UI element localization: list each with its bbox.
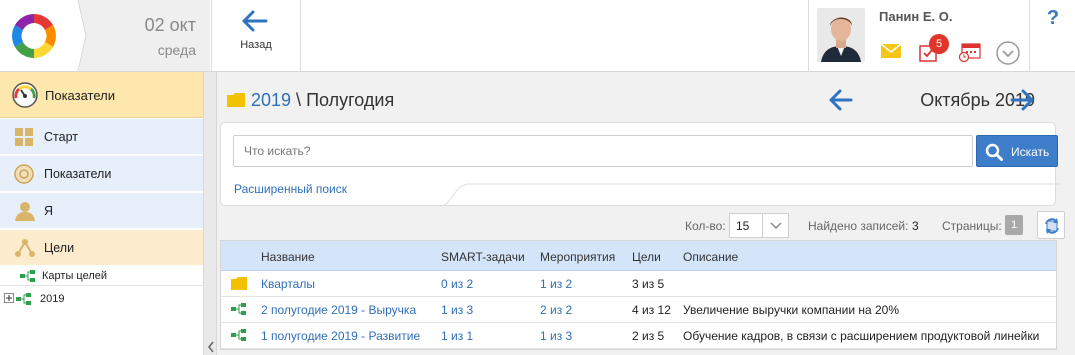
current-date: 02 окт среда [70,0,210,71]
tree-item-label: 2019 [40,293,65,305]
back-arrow-icon [242,10,268,32]
column-header-smart[interactable]: SMART-задачи [441,250,525,264]
date-weekday: среда [157,42,196,58]
user-icon [15,202,35,221]
tree-item-label: Карты целей [42,270,108,282]
tree-item-goal-maps[interactable]: Карты целей [20,266,200,286]
gauge-icon [14,164,34,184]
column-header-description[interactable]: Описание [683,250,738,264]
back-button-label: Назад [240,39,272,51]
cell-smart[interactable]: 1 из 3 [441,303,473,317]
folder-icon [227,93,245,107]
sidebar-section-label: Показатели [45,88,115,103]
cell-description: Обучение кадров, в связи с расширением п… [683,329,1040,343]
cell-goals: 4 из 12 [632,303,671,317]
breadcrumb-separator: \ [291,90,307,110]
sidebar-item-label: Цели [44,241,75,255]
search-panel-tab-shape [440,183,1060,207]
sidebar-section-title[interactable]: Показатели [0,72,205,118]
top-bar: 02 окт среда Назад Панин Е. О. 5 ? [0,0,1075,72]
chevron-down-icon [770,222,782,230]
table-row[interactable]: Кварталы 0 из 2 1 из 2 3 из 5 [221,271,1056,297]
mail-icon[interactable] [881,43,901,59]
sidebar-item-label: Я [44,204,54,218]
main-content: 2019 \ Полугодия Октябрь 2019 Искать Рас… [217,72,1075,355]
found-label: Найдено записей: [808,219,909,233]
calendar-icon[interactable] [959,42,981,62]
count-value: 15 [736,219,750,233]
search-icon [985,143,1003,161]
search-input[interactable] [233,135,973,167]
help-button[interactable]: ? [1031,0,1075,71]
sidebar-item-goals[interactable]: Цели [0,230,205,266]
search-button[interactable]: Искать [976,135,1058,167]
refresh-icon [1045,218,1059,234]
search-button-label: Искать [1011,145,1050,159]
folder-icon [231,277,247,290]
grid-icon [15,128,33,146]
tree-item-2019[interactable]: 2019 [4,289,184,309]
gauge-icon [12,82,38,108]
cell-smart[interactable]: 0 из 2 [441,277,473,291]
avatar[interactable] [817,8,865,62]
tree-map-icon [16,293,31,305]
sidebar-item-label: Старт [44,130,78,144]
period-prev-button[interactable] [829,89,853,111]
sidebar-item-label: Показатели [44,167,112,181]
cell-name[interactable]: 1 полугодие 2019 - Развитие [261,329,420,343]
table-row[interactable]: 2 полугодие 2019 - Выручка 1 из 3 2 из 2… [221,297,1056,323]
sidebar: Показатели Старт Показатели Я Цели Карты… [0,72,205,355]
chevron-left-icon[interactable] [206,339,216,355]
sidebar-item-start[interactable]: Старт [0,119,205,155]
tree-map-icon [20,270,35,282]
period-next-button[interactable] [1010,89,1034,111]
breadcrumb: 2019 \ Полугодия [227,90,394,111]
goals-icon [15,239,35,257]
count-label: Кол-во: [685,219,726,233]
cell-events[interactable]: 1 из 3 [540,329,572,343]
cell-goals: 3 из 5 [632,277,665,291]
table-header: Название SMART-задачи Мероприятия Цели О… [221,241,1056,271]
found-value: 3 [912,219,919,233]
back-button[interactable]: Назад [211,0,301,71]
chevron-down-circle-icon[interactable] [996,41,1020,65]
help-icon: ? [1046,7,1060,29]
cell-smart[interactable]: 1 из 1 [441,329,473,343]
cell-name[interactable]: Кварталы [261,277,315,291]
cell-description: Увеличение выручки компании на 20% [683,303,900,317]
cell-events[interactable]: 2 из 2 [540,303,572,317]
column-header-events[interactable]: Мероприятия [540,250,615,264]
column-header-name[interactable]: Название [261,250,315,264]
cell-events[interactable]: 1 из 2 [540,277,572,291]
pages-label: Страницы: [942,219,1002,233]
count-select[interactable]: 15 [729,213,789,238]
user-name[interactable]: Панин Е. О. [879,9,953,24]
tasks-badge: 5 [929,34,949,54]
table-row[interactable]: 1 полугодие 2019 - Развитие 1 из 1 1 из … [221,323,1056,349]
page-button-1[interactable]: 1 [1005,215,1023,235]
pager: Кол-во: 15 Найдено записей: 3 Страницы: … [217,211,1075,239]
app-logo-icon [12,14,56,58]
user-panel: Панин Е. О. 5 [808,0,1030,71]
app-logo[interactable] [0,0,70,71]
records-table: Название SMART-задачи Мероприятия Цели О… [220,240,1057,350]
advanced-search-link[interactable]: Расширенный поиск [234,182,347,196]
column-header-goals[interactable]: Цели [632,250,661,264]
refresh-button[interactable] [1037,211,1065,239]
date-day: 02 окт [144,15,196,35]
cell-goals: 2 из 5 [632,329,665,343]
cell-name[interactable]: 2 полугодие 2019 - Выручка [261,303,416,317]
tree-divider [0,285,205,286]
sidebar-item-indicators[interactable]: Показатели [0,156,205,192]
sidebar-item-me[interactable]: Я [0,193,205,229]
expand-icon[interactable] [4,293,14,303]
sidebar-splitter[interactable] [203,72,217,355]
tree-map-icon [231,329,246,341]
tree-map-icon [231,303,246,315]
breadcrumb-current: Полугодия [306,90,395,110]
breadcrumb-link-2019[interactable]: 2019 [251,90,291,110]
date-separator-icon [70,0,87,71]
